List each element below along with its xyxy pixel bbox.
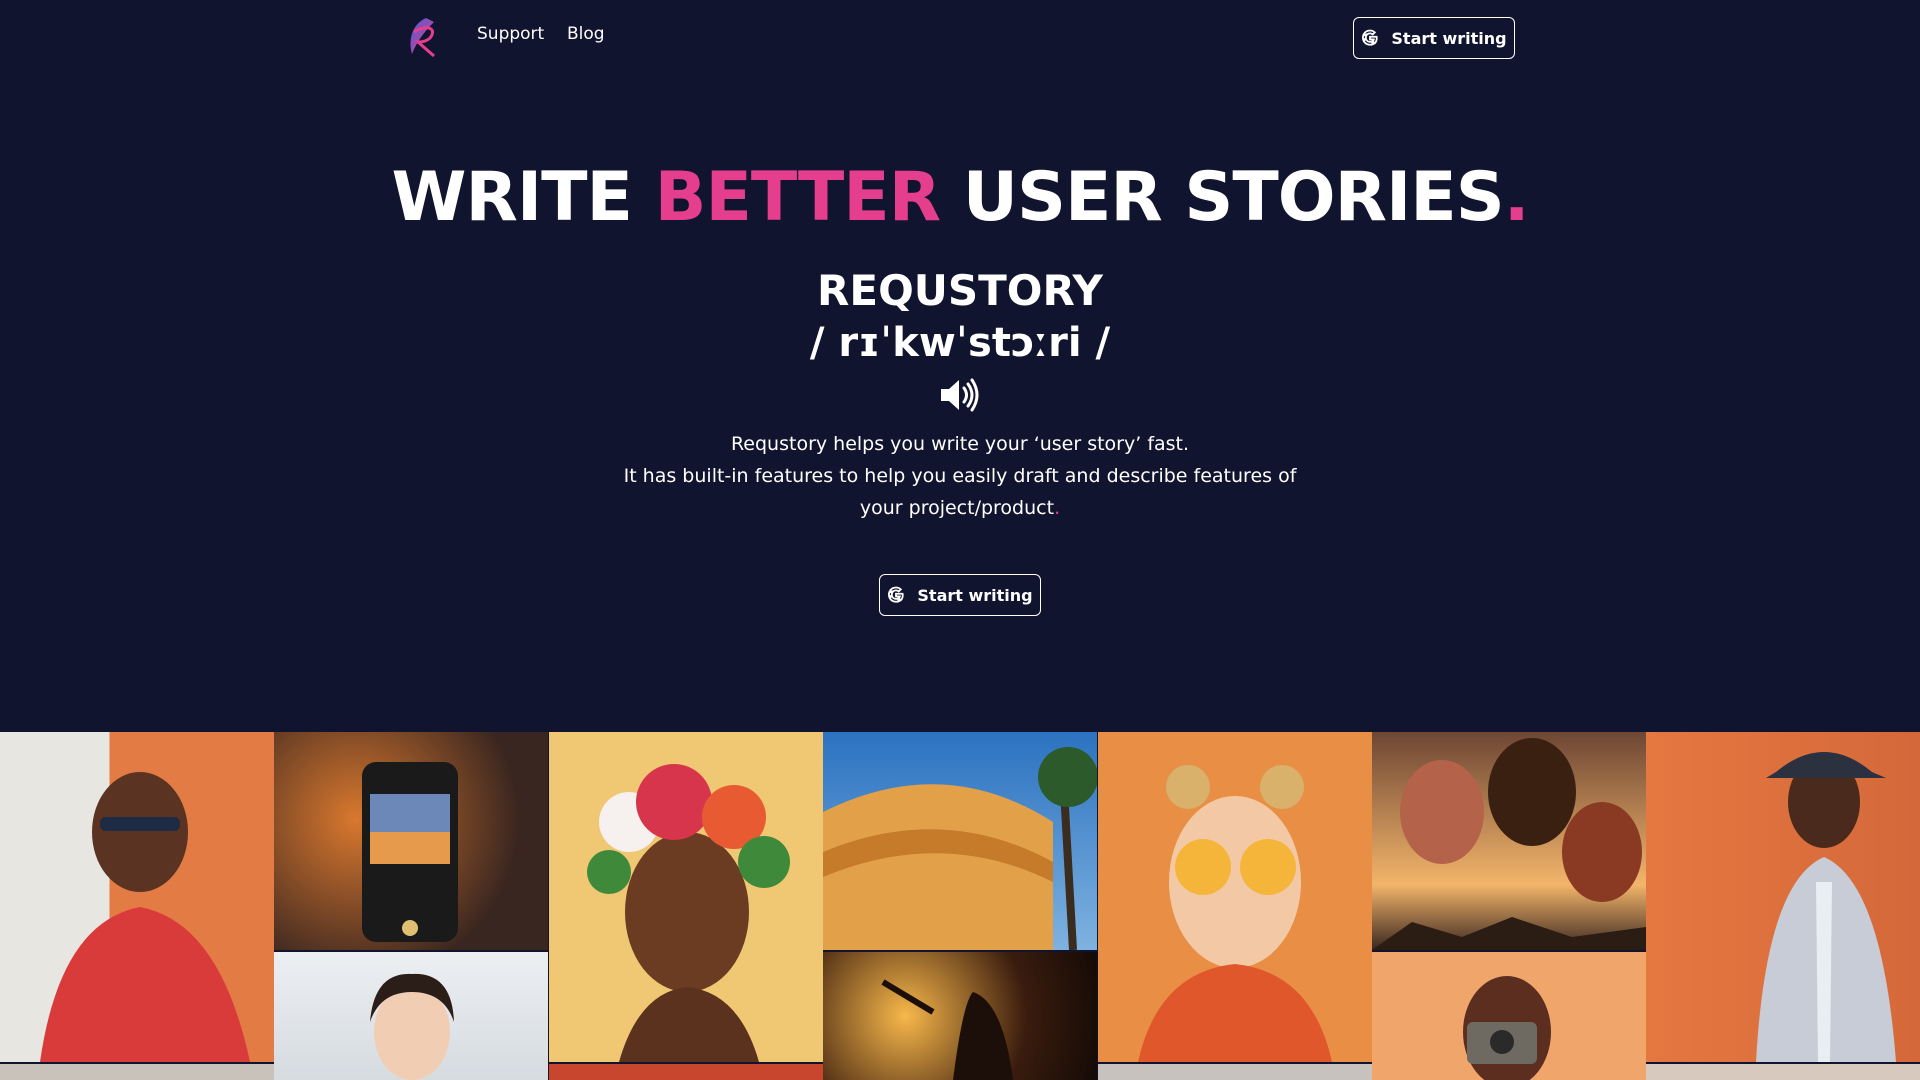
hero-headline-part1: WRITE (391, 158, 655, 237)
pronunciation-text: / rɪˈkwˈstɔːri / (809, 320, 1111, 366)
gallery-tile-7b (1646, 1064, 1920, 1080)
brand-name: REQUSTORY (817, 266, 1103, 315)
top-navbar: Support Blog Start writing (0, 0, 1920, 76)
google-g-icon (1362, 29, 1379, 46)
hero-description: Requstory helps you write your ‘user sto… (620, 428, 1300, 524)
man-hat-suit-photo (1646, 732, 1920, 1062)
feather-logo-icon[interactable] (404, 14, 444, 60)
nav-link-support[interactable]: Support (477, 24, 544, 44)
speaker-volume-icon[interactable] (938, 376, 980, 414)
hero-description-line2: It has built-in features to help you eas… (623, 465, 1297, 519)
gallery-tile-5b (1098, 1064, 1372, 1080)
hero-headline-part2: USER STORIES (940, 158, 1505, 237)
hero-headline: WRITE BETTER USER STORIES. (0, 158, 1920, 237)
gallery-tile-3b (549, 1064, 823, 1080)
woman-orange-eyes-photo (1098, 732, 1372, 1062)
google-g-icon (888, 586, 905, 603)
hero-description-line1: Requstory helps you write your ‘user sto… (730, 433, 1190, 455)
hero-start-writing-button[interactable]: Start writing (879, 574, 1041, 616)
phone-camera-sunset-photo (274, 732, 548, 950)
hero-start-writing-label: Start writing (917, 585, 1033, 605)
hero-headline-dot: . (1503, 158, 1530, 237)
man-in-sunglasses-photo (0, 732, 274, 1062)
hero-description-line2-wrap: It has built-in features to help you eas… (620, 460, 1300, 524)
woman-camera-photo (1372, 952, 1646, 1080)
nav-link-blog[interactable]: Blog (567, 24, 605, 44)
gallery-tile-1b (0, 1064, 274, 1080)
hero-headline-highlight: BETTER (654, 158, 941, 237)
concert-singer-photo (823, 952, 1097, 1080)
header-start-writing-button[interactable]: Start writing (1353, 17, 1515, 59)
woman-smiling-photo (274, 952, 548, 1080)
building-palm-tree-photo (823, 732, 1097, 950)
photo-gallery (0, 732, 1920, 1080)
header-start-writing-label: Start writing (1391, 28, 1507, 48)
woman-flower-crown-photo (549, 732, 823, 1062)
hot-air-balloons-photo (1372, 732, 1646, 950)
hero-description-dot: . (1054, 497, 1061, 519)
